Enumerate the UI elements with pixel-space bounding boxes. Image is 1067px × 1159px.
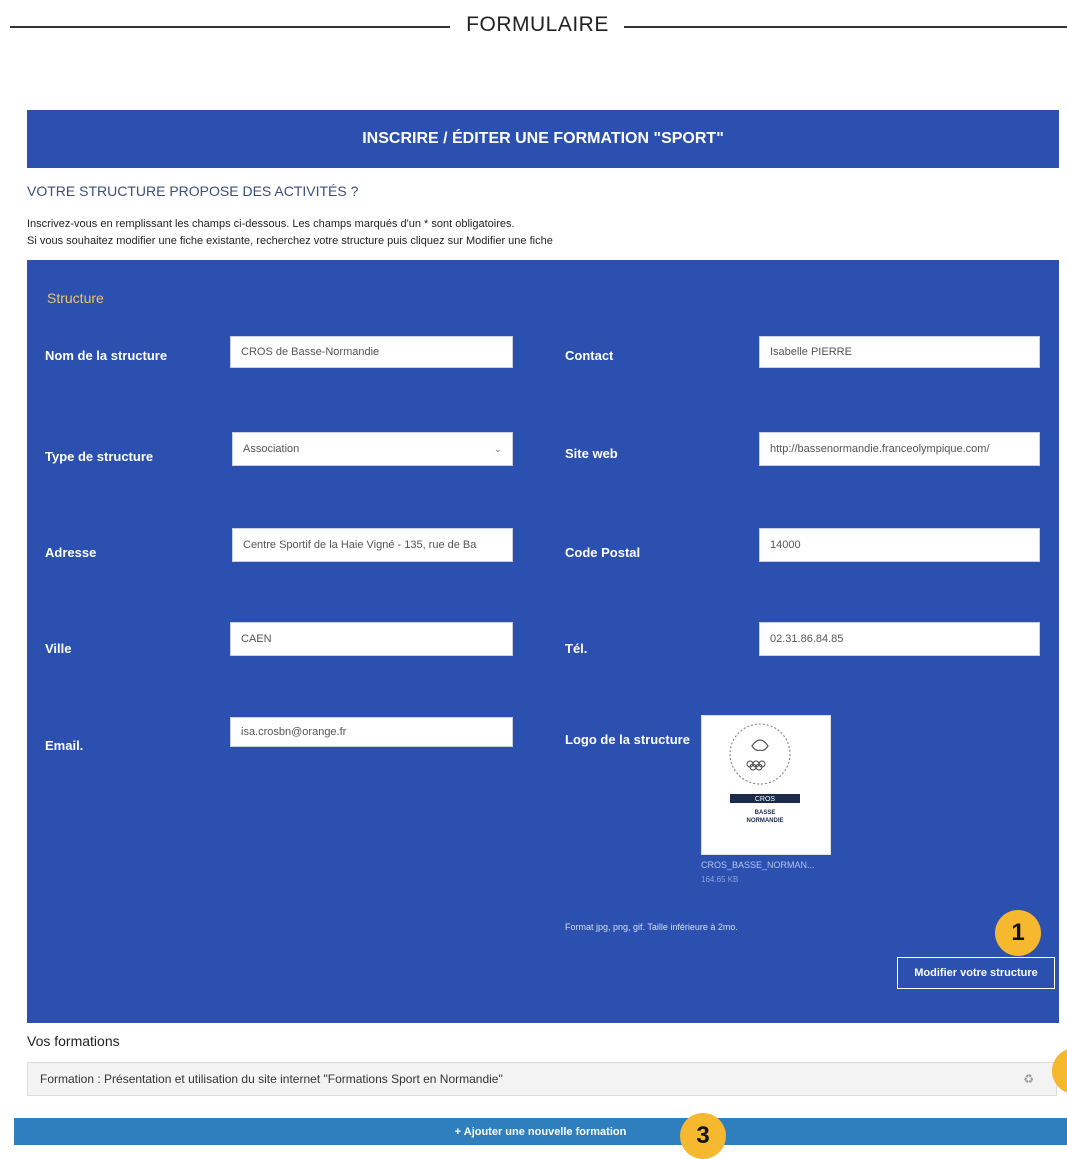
step-badge-1: 1: [995, 910, 1041, 956]
formations-title: Vos formations: [27, 1033, 120, 1049]
add-formation-button[interactable]: + Ajouter une nouvelle formation: [14, 1118, 1067, 1145]
format-note: Format jpg, png, gif. Taille inférieure …: [565, 922, 738, 932]
label-contact: Contact: [565, 348, 614, 363]
label-site: Site web: [565, 446, 618, 461]
structure-logo[interactable]: CROS BASSE NORMANDIE: [701, 715, 831, 855]
logo-region-line-2: NORMANDIE: [747, 818, 784, 824]
modify-structure-button[interactable]: Modifier votre structure: [897, 957, 1055, 989]
page-heading: FORMULAIRE: [0, 0, 1067, 52]
formation-item[interactable]: Formation : Présentation et utilisation …: [27, 1062, 1057, 1096]
site-web-input[interactable]: http://bassenormandie.franceolympique.co…: [759, 432, 1040, 466]
formation-item-label: Formation : Présentation et utilisation …: [40, 1072, 503, 1086]
code-postal-input[interactable]: 14000: [759, 528, 1040, 562]
tel-input[interactable]: 02.31.86.84.85: [759, 622, 1040, 656]
page-title: FORMULAIRE: [466, 13, 609, 36]
intro-line-1: Inscrivez-vous en remplissant les champs…: [27, 218, 515, 230]
chevron-down-icon: ⌄: [493, 443, 502, 455]
label-ville: Ville: [45, 641, 72, 656]
trash-icon[interactable]: ♻: [1023, 1072, 1034, 1086]
heading-rule-left: [10, 26, 450, 28]
contact-input[interactable]: Isabelle PIERRE: [759, 336, 1040, 368]
label-email: Email.: [45, 738, 84, 753]
ville-input[interactable]: CAEN: [230, 622, 513, 656]
form-banner: INSCRIRE / ÉDITER UNE FORMATION "SPORT": [27, 110, 1059, 168]
step-badge-3: 3: [680, 1113, 726, 1159]
label-tel: Tél.: [565, 641, 588, 656]
cros-logo-icon: CROS BASSE NORMANDIE: [729, 723, 800, 824]
structure-form: Structure Nom de la structure CROS de Ba…: [27, 260, 1059, 1023]
type-structure-select[interactable]: Association ⌄: [232, 432, 513, 466]
heading-rule-right: [624, 26, 1067, 28]
nom-structure-input[interactable]: CROS de Basse-Normandie: [230, 336, 513, 368]
intro-line-2: Si vous souhaitez modifier une fiche exi…: [27, 235, 553, 247]
logo-org-line: CROS: [755, 796, 776, 803]
email-input[interactable]: isa.crosbn@orange.fr: [230, 717, 513, 747]
adresse-input[interactable]: Centre Sportif de la Haie Vigné - 135, r…: [232, 528, 513, 562]
logo-region-line-1: BASSE: [755, 810, 776, 816]
type-structure-value: Association: [243, 443, 300, 455]
logo-file-size: 164.65 KB: [701, 875, 739, 884]
logo-file-name: CROS_BASSE_NORMAN...: [701, 860, 815, 870]
label-code-postal: Code Postal: [565, 545, 641, 560]
intro-subtitle: VOTRE STRUCTURE PROPOSE DES ACTIVITÉS ?: [27, 183, 359, 199]
label-type: Type de structure: [45, 449, 154, 464]
label-nom: Nom de la structure: [45, 348, 168, 363]
label-logo: Logo de la structure: [565, 732, 690, 747]
label-adresse: Adresse: [45, 545, 97, 560]
section-title: Structure: [47, 290, 104, 306]
